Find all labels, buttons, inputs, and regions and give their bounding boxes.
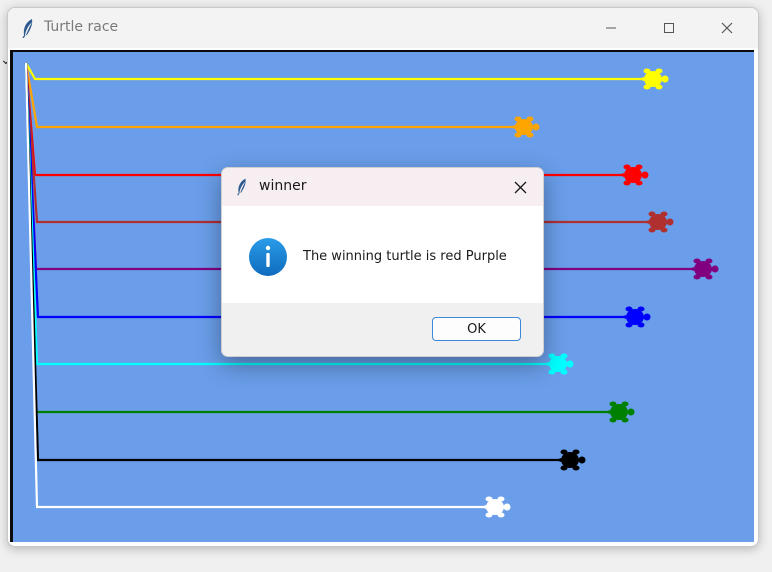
turtle — [510, 116, 540, 138]
dialog-close-button[interactable] — [510, 177, 530, 197]
turtle-trail — [25, 62, 653, 81]
turtle-trail — [24, 62, 524, 129]
turtle — [481, 496, 511, 518]
turtle — [619, 164, 649, 186]
turtle — [639, 68, 669, 90]
dialog-title: winner — [259, 178, 307, 194]
title-bar[interactable]: Turtle race — [8, 8, 758, 48]
minimize-button[interactable] — [582, 8, 640, 48]
winner-message: The winning turtle is red Purple — [303, 249, 507, 264]
feather-icon — [237, 178, 246, 196]
turtle — [544, 353, 574, 375]
dialog-footer: OK — [222, 303, 543, 356]
window-title: Turtle race — [44, 19, 119, 35]
close-icon — [514, 181, 526, 193]
feather-icon — [22, 19, 33, 38]
maximize-button[interactable] — [640, 8, 698, 48]
winner-dialog: winner The winning turtle is red Purple … — [221, 167, 544, 357]
dialog-title-bar[interactable]: winner — [222, 168, 543, 206]
dialog-body: The winning turtle is red Purple — [222, 206, 543, 303]
turtle — [605, 401, 635, 423]
turtle — [644, 211, 674, 233]
turtle — [621, 306, 651, 328]
maximize-icon — [664, 23, 674, 33]
close-icon — [721, 22, 733, 34]
minimize-icon — [606, 27, 616, 29]
ok-button[interactable]: OK — [432, 317, 521, 341]
close-button[interactable] — [698, 8, 756, 48]
turtle — [556, 449, 586, 471]
turtle — [689, 258, 719, 280]
info-icon — [249, 238, 287, 276]
